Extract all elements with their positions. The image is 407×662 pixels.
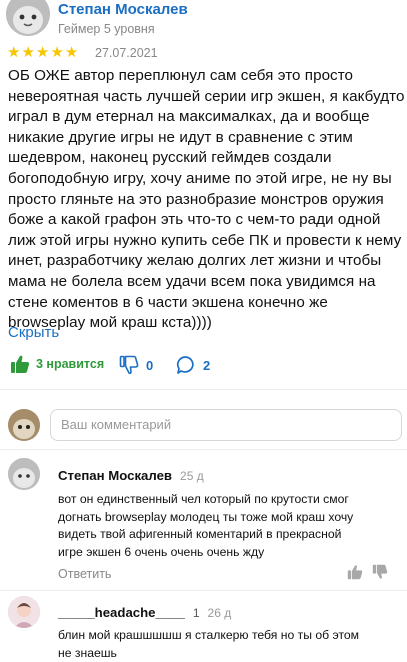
comment-input-placeholder: Ваш комментарий — [61, 417, 172, 432]
reply-author-name[interactable]: Степан Москалев — [58, 468, 172, 483]
text-line: игре экшен 6 очень очень очень жду — [58, 545, 265, 560]
text-line: вот он единственный чел который по круто… — [58, 492, 349, 506]
reply-button[interactable]: Ответить — [58, 567, 111, 581]
thumbs-up-icon — [347, 564, 363, 580]
like-button[interactable]: 3 нравится — [10, 354, 104, 374]
dislike-count: 0 — [146, 357, 154, 373]
star-icon: ★ — [50, 44, 64, 61]
star-icon: ★ — [21, 44, 35, 61]
text-line: догнать browseplay молодец ты тоже мой к… — [58, 509, 354, 524]
text-line: блин мой крашшшшш я сталкерю тебя но ты … — [58, 628, 360, 642]
text-line: шедевром, наконец русский геймдев создал… — [8, 149, 332, 167]
review-rating: ★ ★ ★ ★ ★ — [7, 45, 78, 60]
text-line: ОБ ОЖЕ автор переплюнул сам себя это про… — [8, 67, 354, 84]
text-line: не знаешь — [58, 645, 117, 660]
comment-input[interactable]: Ваш комментарий — [50, 409, 402, 441]
reply-header: Степан Москалев 25 д — [58, 468, 204, 483]
reply-dislike-button[interactable] — [372, 564, 388, 580]
reply-text: блин мой крашшшшш я сталкерю тебя но ты … — [58, 627, 398, 662]
text-line: browseplay мой краш кста)))) — [8, 314, 212, 332]
text-line: инет, разработчику желаю долгих лет жизн… — [8, 252, 382, 270]
text-line: никакие другие игры не идут в сравнение … — [8, 128, 353, 146]
text-line: стене коментов в 6 части экшена конечно … — [8, 293, 328, 311]
thumbs-up-icon — [10, 354, 30, 374]
review-text: ОБ ОЖЕ автор переплюнул сам себя это про… — [8, 66, 404, 334]
thumbs-down-icon — [119, 355, 139, 375]
thumbs-down-icon — [372, 564, 388, 580]
like-count: 3 нравится — [36, 357, 105, 371]
reply-age: 25 д — [180, 469, 204, 483]
divider — [0, 449, 407, 450]
reply-header: _____headache____ 1 26 д — [58, 605, 231, 620]
text-line: просто гляньте на это разнобразие монстр… — [8, 190, 384, 208]
divider — [0, 389, 407, 390]
text-line: мама не болела всем удачи всем пока увид… — [8, 272, 376, 290]
star-icon: ★ — [35, 44, 50, 61]
reply-score: 1 — [192, 606, 200, 620]
star-icon: ★ — [64, 44, 79, 61]
review-author-level: Геймер 5 уровня — [58, 22, 155, 36]
text-line: видеть твой афигенный коментарий в прекр… — [58, 527, 342, 542]
collapse-review-link[interactable]: Скрыть — [8, 324, 59, 341]
comments-button[interactable]: 2 — [176, 355, 210, 375]
review-author-name[interactable]: Степан Москалев — [58, 1, 188, 18]
comments-count: 2 — [203, 357, 211, 373]
reply-text: вот он единственный чел который по круто… — [58, 491, 398, 562]
text-line: лиж этой игры нужно купить себе ПК и про… — [8, 231, 402, 249]
reply-author-avatar[interactable] — [8, 458, 40, 490]
reply-age: 26 д — [207, 606, 232, 620]
star-icon: ★ — [7, 44, 21, 61]
text-line: играл в дум етернал на максималках, да и… — [8, 108, 370, 126]
dislike-button[interactable]: 0 — [119, 355, 153, 375]
comment-icon — [176, 355, 196, 375]
reply-author-name[interactable]: _____headache____ — [58, 605, 185, 620]
review-author-avatar[interactable] — [6, 0, 50, 36]
reply-author-avatar[interactable] — [8, 596, 40, 628]
reply-like-button[interactable] — [347, 564, 363, 580]
divider — [0, 590, 407, 591]
text-line: боже а какой графон эть что-то с чем-то … — [8, 211, 381, 229]
current-user-avatar — [8, 409, 40, 441]
review-date: 27.07.2021 — [95, 46, 158, 60]
text-line: богоподобную игру, хочу аниме по этой иг… — [8, 169, 392, 187]
text-line: невероятная часть лучшей серии игр экшен… — [8, 87, 405, 105]
